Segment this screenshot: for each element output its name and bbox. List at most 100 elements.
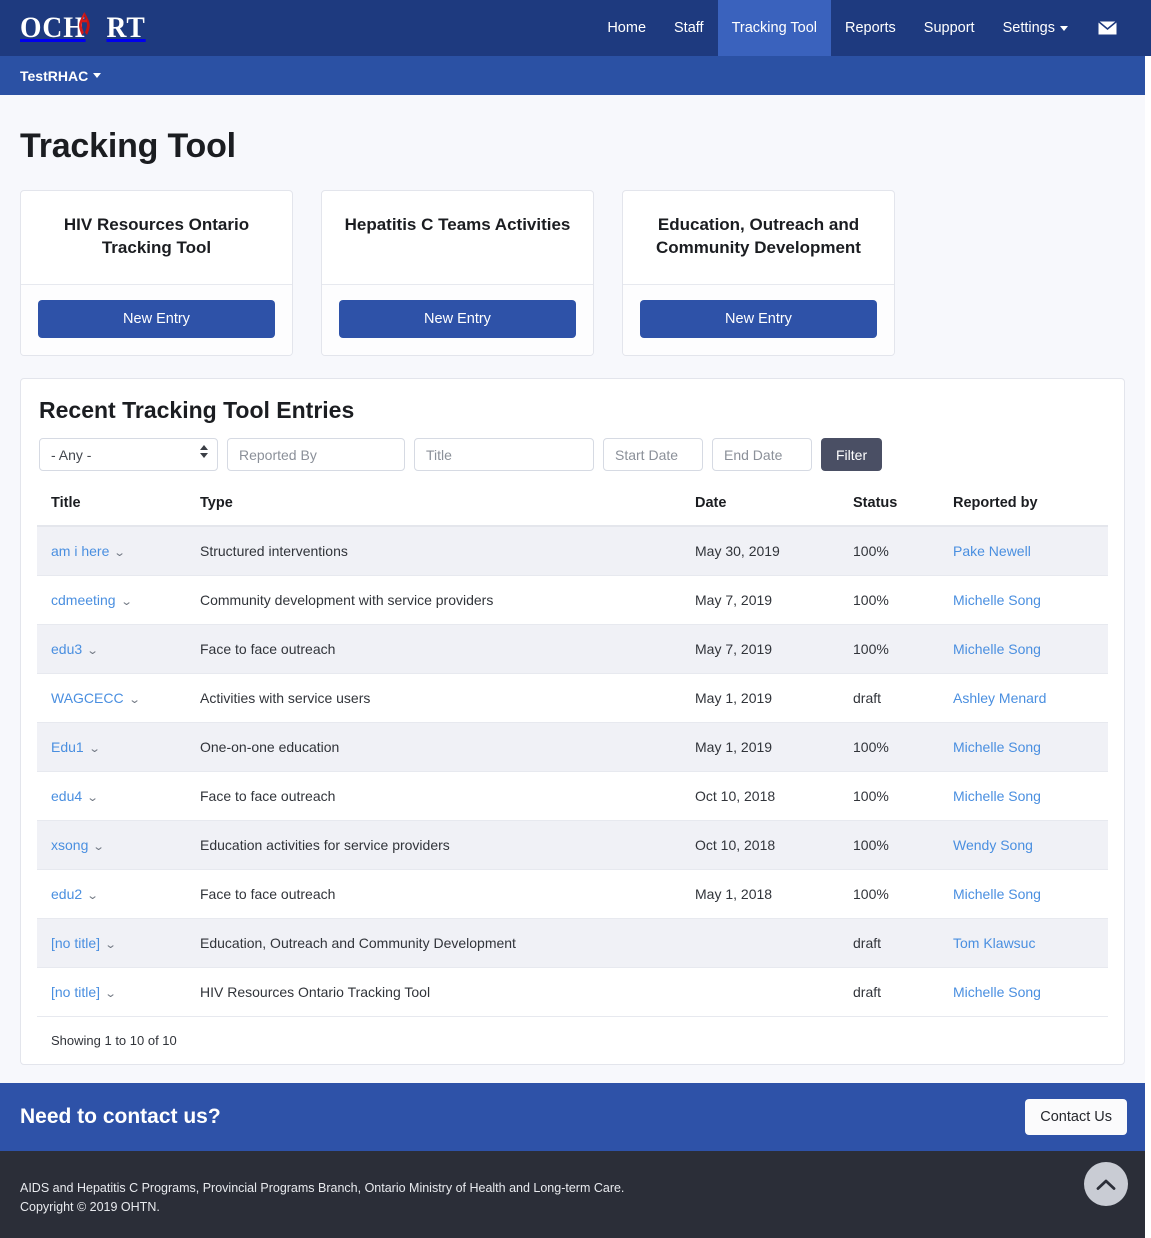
entry-title-link[interactable]: xsong — [51, 837, 88, 853]
entry-title-link[interactable]: edu3 — [51, 641, 82, 657]
reported-by-link[interactable]: Michelle Song — [953, 641, 1041, 657]
tool-card-title: Education, Outreach and Community Develo… — [656, 215, 861, 258]
reported-by-link[interactable]: Michelle Song — [953, 788, 1041, 804]
cell-title: [no title] ⌄ — [37, 967, 192, 1017]
cell-status: 100% — [845, 575, 945, 625]
chevron-down-icon[interactable]: ⌄ — [128, 693, 140, 706]
chevron-down-icon[interactable]: ⌄ — [87, 791, 99, 804]
nav-item-tracking-tool[interactable]: Tracking Tool — [717, 0, 832, 56]
reported-by-link[interactable]: Pake Newell — [953, 543, 1031, 559]
scroll-to-top-button[interactable] — [1084, 1162, 1128, 1206]
cell-status: 100% — [845, 526, 945, 576]
cell-date: May 1, 2019 — [687, 673, 845, 723]
cell-status: 100% — [845, 722, 945, 772]
chevron-down-icon[interactable]: ⌄ — [88, 742, 100, 755]
reported-by-input[interactable] — [227, 438, 405, 471]
cell-reported-by: Michelle Song — [945, 967, 1108, 1017]
cell-date: May 7, 2019 — [687, 624, 845, 674]
table-row: xsong ⌄ Education activities for service p… — [37, 820, 1108, 870]
new-entry-button-education-outreach[interactable]: New Entry — [640, 300, 877, 338]
entry-title-link[interactable]: WAGCECC — [51, 690, 124, 706]
caret-down-icon — [93, 73, 102, 78]
new-entry-button-hiv-resources[interactable]: New Entry — [38, 300, 275, 338]
cell-title: edu3 ⌄ — [37, 624, 192, 674]
cell-date: May 1, 2019 — [687, 722, 845, 772]
chevron-down-icon[interactable]: ⌄ — [87, 889, 99, 902]
filter-button[interactable]: Filter — [821, 438, 883, 471]
end-date-input[interactable] — [712, 438, 812, 471]
page-title: Tracking Tool — [20, 127, 236, 165]
filter-bar: - Any - Filter — [37, 438, 1108, 485]
chevron-down-icon[interactable]: ⌄ — [87, 644, 99, 657]
cell-reported-by: Michelle Song — [945, 869, 1108, 919]
reported-by-link[interactable]: Tom Klawsuc — [953, 935, 1035, 951]
nav-item-staff[interactable]: Staff — [660, 0, 718, 56]
entry-title-link[interactable]: edu4 — [51, 788, 82, 804]
reported-by-link[interactable]: Wendy Song — [953, 837, 1033, 853]
entry-title-link[interactable]: cdmeeting — [51, 592, 116, 608]
nav-item-home[interactable]: Home — [593, 0, 660, 56]
cell-title: am i here ⌄ — [37, 526, 192, 576]
cell-status: draft — [845, 673, 945, 723]
type-select[interactable]: - Any - — [39, 438, 218, 471]
cell-date: Oct 10, 2018 — [687, 771, 845, 821]
entry-title-link[interactable]: am i here — [51, 543, 109, 559]
logo-text-before: OCH — [20, 11, 86, 44]
chevron-down-icon[interactable]: ⌄ — [120, 595, 132, 608]
org-selector-label: TestRHAC — [20, 67, 89, 84]
contact-prompt: Need to contact us? — [20, 1105, 221, 1128]
entry-title-link[interactable]: [no title] — [51, 984, 100, 1000]
reported-by-link[interactable]: Michelle Song — [953, 886, 1041, 902]
cell-type: Structured interventions — [192, 526, 687, 576]
reported-by-link[interactable]: Michelle Song — [953, 592, 1041, 608]
tool-cards-row: HIV Resources Ontario Tracking Tool New … — [0, 166, 1145, 356]
cell-date: May 1, 2018 — [687, 869, 845, 919]
chevron-down-icon — [1060, 25, 1068, 31]
entry-title-link[interactable]: edu2 — [51, 886, 82, 902]
chevron-down-icon[interactable]: ⌄ — [104, 987, 116, 1000]
ochart-logo[interactable]: OCHART — [20, 0, 157, 56]
column-header-title: Title — [37, 485, 192, 527]
cell-reported-by: Michelle Song — [945, 575, 1108, 625]
reported-by-link[interactable]: Ashley Menard — [953, 690, 1046, 706]
cell-type: Activities with service users — [192, 673, 687, 723]
primary-nav: Home Staff Tracking Tool Reports Support… — [593, 0, 1135, 56]
chevron-down-icon[interactable]: ⌄ — [93, 840, 105, 853]
nav-item-support-label: Support — [923, 20, 975, 36]
type-select-wrapper: - Any - — [39, 438, 218, 471]
nav-item-reports-label: Reports — [845, 20, 896, 36]
cell-title: WAGCECC ⌄ — [37, 673, 192, 723]
tool-card-title: HIV Resources Ontario Tracking Tool — [63, 215, 250, 258]
messages-button[interactable] — [1082, 0, 1135, 56]
nav-item-reports[interactable]: Reports — [831, 0, 910, 56]
title-input[interactable] — [414, 438, 594, 471]
reported-by-link[interactable]: Michelle Song — [953, 984, 1041, 1000]
cell-reported-by: Michelle Song — [945, 624, 1108, 674]
column-header-date: Date — [687, 485, 845, 527]
cell-title: [no title] ⌄ — [37, 918, 192, 968]
new-entry-button-hepatitis-c[interactable]: New Entry — [339, 300, 576, 338]
site-footer: AIDS and Hepatitis C Programs, Provincia… — [0, 1151, 1145, 1238]
start-date-input[interactable] — [603, 438, 703, 471]
chevron-down-icon[interactable]: ⌄ — [114, 546, 126, 559]
nav-item-support[interactable]: Support — [910, 0, 989, 56]
contact-us-button[interactable]: Contact Us — [1025, 1099, 1127, 1135]
page-body: Tracking Tool HIV Resources Ontario Trac… — [0, 95, 1145, 1083]
entry-title-link[interactable]: [no title] — [51, 935, 100, 951]
cell-reported-by: Pake Newell — [945, 526, 1108, 576]
entry-title-link[interactable]: Edu1 — [51, 739, 84, 755]
org-selector[interactable]: TestRHAC — [20, 67, 102, 84]
reported-by-link[interactable]: Michelle Song — [953, 739, 1041, 755]
column-header-reported-by: Reported by — [945, 485, 1108, 527]
cell-title: cdmeeting ⌄ — [37, 575, 192, 625]
cell-reported-by: Tom Klawsuc — [945, 918, 1108, 968]
tool-card-body: Hepatitis C Teams Activities — [322, 191, 593, 284]
cell-title: Edu1 ⌄ — [37, 722, 192, 772]
cell-reported-by: Michelle Song — [945, 722, 1108, 772]
chevron-down-icon[interactable]: ⌄ — [104, 938, 116, 951]
cell-title: edu2 ⌄ — [37, 869, 192, 919]
org-subbar: TestRHAC — [0, 56, 1145, 95]
nav-item-settings[interactable]: Settings — [989, 0, 1082, 56]
cell-date — [687, 918, 845, 968]
cell-date: May 30, 2019 — [687, 526, 845, 576]
